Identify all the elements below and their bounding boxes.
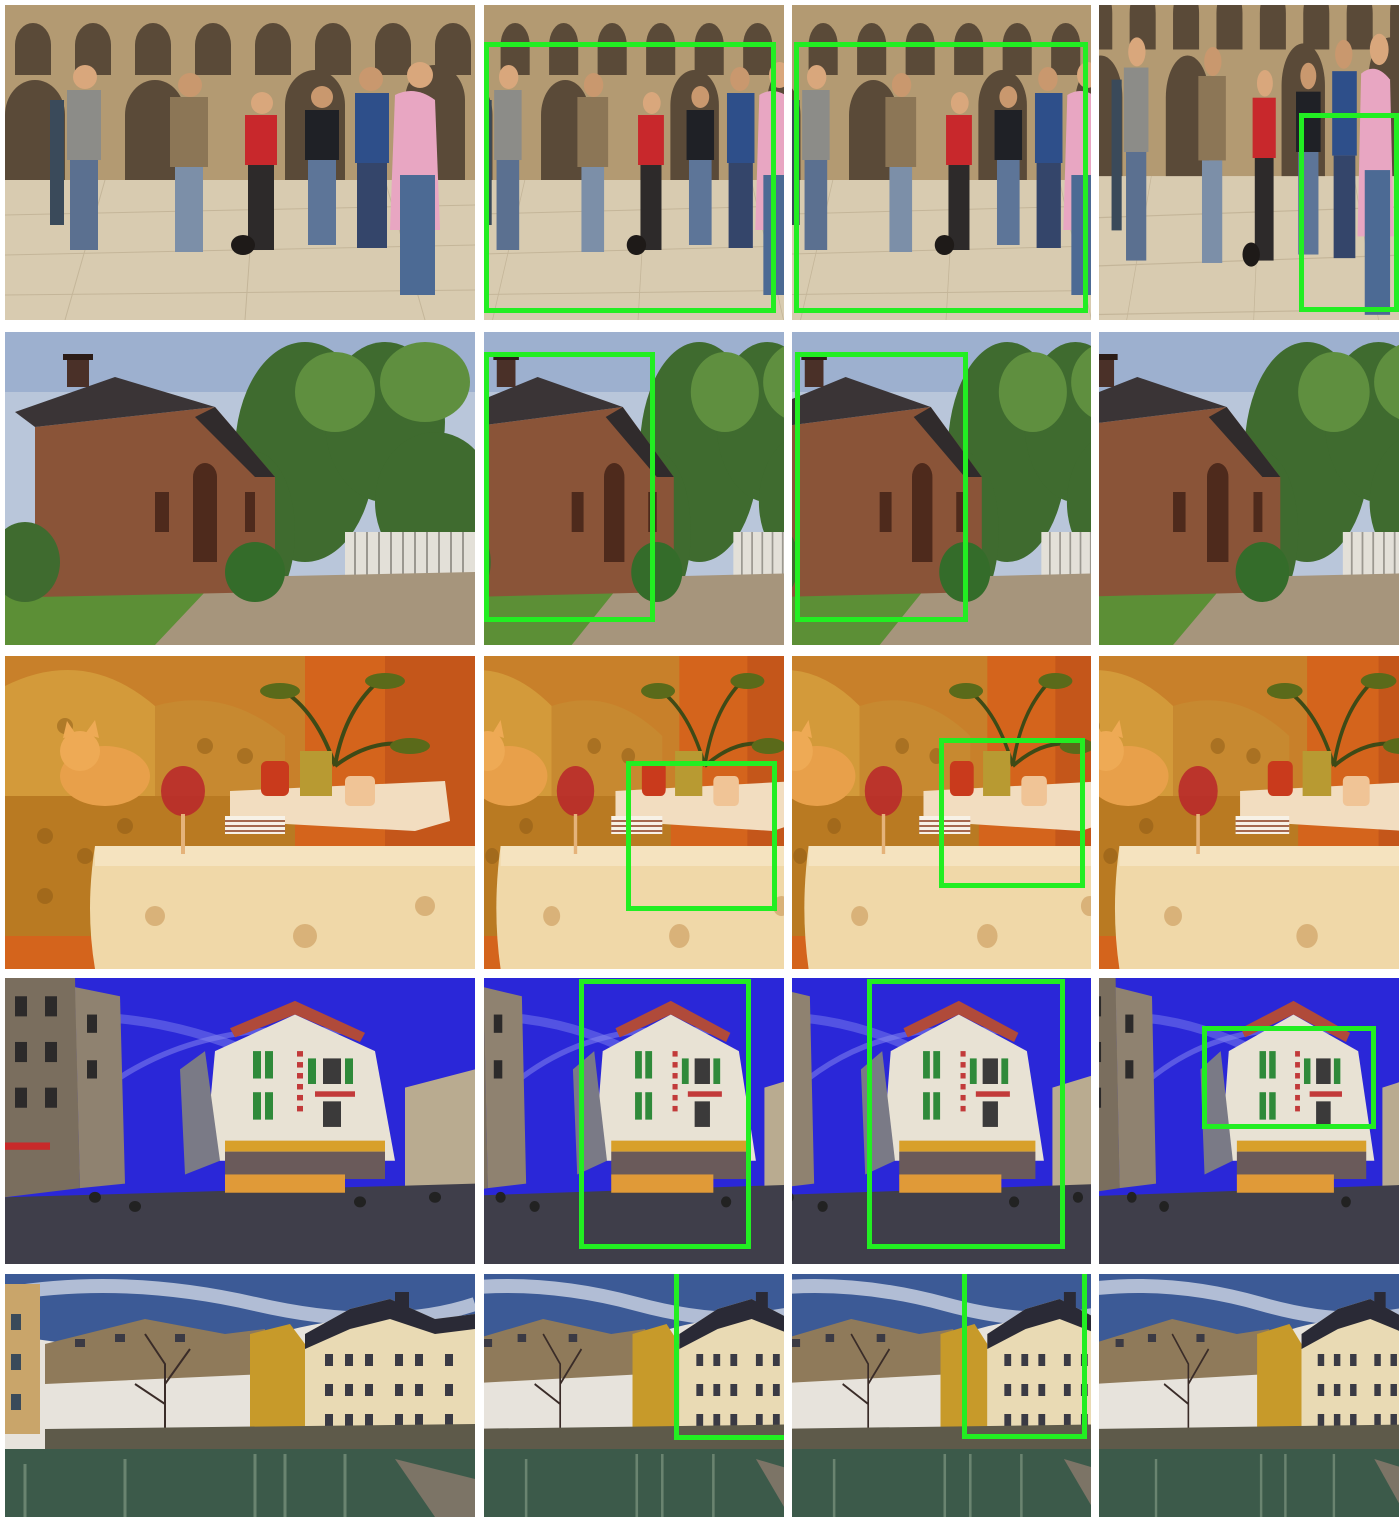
cat-crop-a-image (484, 656, 784, 969)
brasserie-crop-c-highlight-box (1202, 1026, 1376, 1129)
canal-crop-b-highlight-box (962, 1274, 1087, 1439)
courtyard-original-image (5, 5, 475, 320)
cat-crop-b-highlight-box (939, 738, 1085, 888)
brasserie-crop-b-image (792, 978, 1091, 1264)
courtyard-crop-a-image (484, 5, 784, 320)
hut-crop-b-image (792, 332, 1091, 645)
hut-crop-b-highlight-box (795, 352, 968, 622)
courtyard-crop-c-highlight-box (1299, 113, 1399, 312)
canal-crop-a-highlight-box (674, 1274, 784, 1440)
canal-crop-a-image (484, 1274, 784, 1517)
hut-crop-c-image (1099, 332, 1399, 645)
hut-crop-a-highlight-box (484, 352, 655, 622)
brasserie-crop-b-highlight-box (867, 979, 1065, 1249)
brasserie-crop-a-image (484, 978, 784, 1264)
hut-original-image (5, 332, 475, 645)
canal-crop-c-image (1099, 1274, 1399, 1517)
brasserie-crop-c-image (1099, 978, 1399, 1264)
cat-crop-c-image (1099, 656, 1399, 969)
courtyard-crop-b-image (792, 5, 1091, 320)
cat-crop-b-image (792, 656, 1091, 969)
hut-crop-a-image (484, 332, 784, 645)
cat-original-image (5, 656, 475, 969)
brasserie-crop-a-highlight-box (579, 979, 751, 1249)
brasserie-original-image (5, 978, 475, 1264)
courtyard-crop-b-highlight-box (794, 42, 1088, 313)
canal-original-image (5, 1274, 475, 1517)
canal-crop-b-image (792, 1274, 1091, 1517)
cat-crop-a-highlight-box (626, 761, 777, 911)
courtyard-crop-c-image (1099, 5, 1399, 320)
courtyard-crop-a-highlight-box (484, 42, 776, 313)
